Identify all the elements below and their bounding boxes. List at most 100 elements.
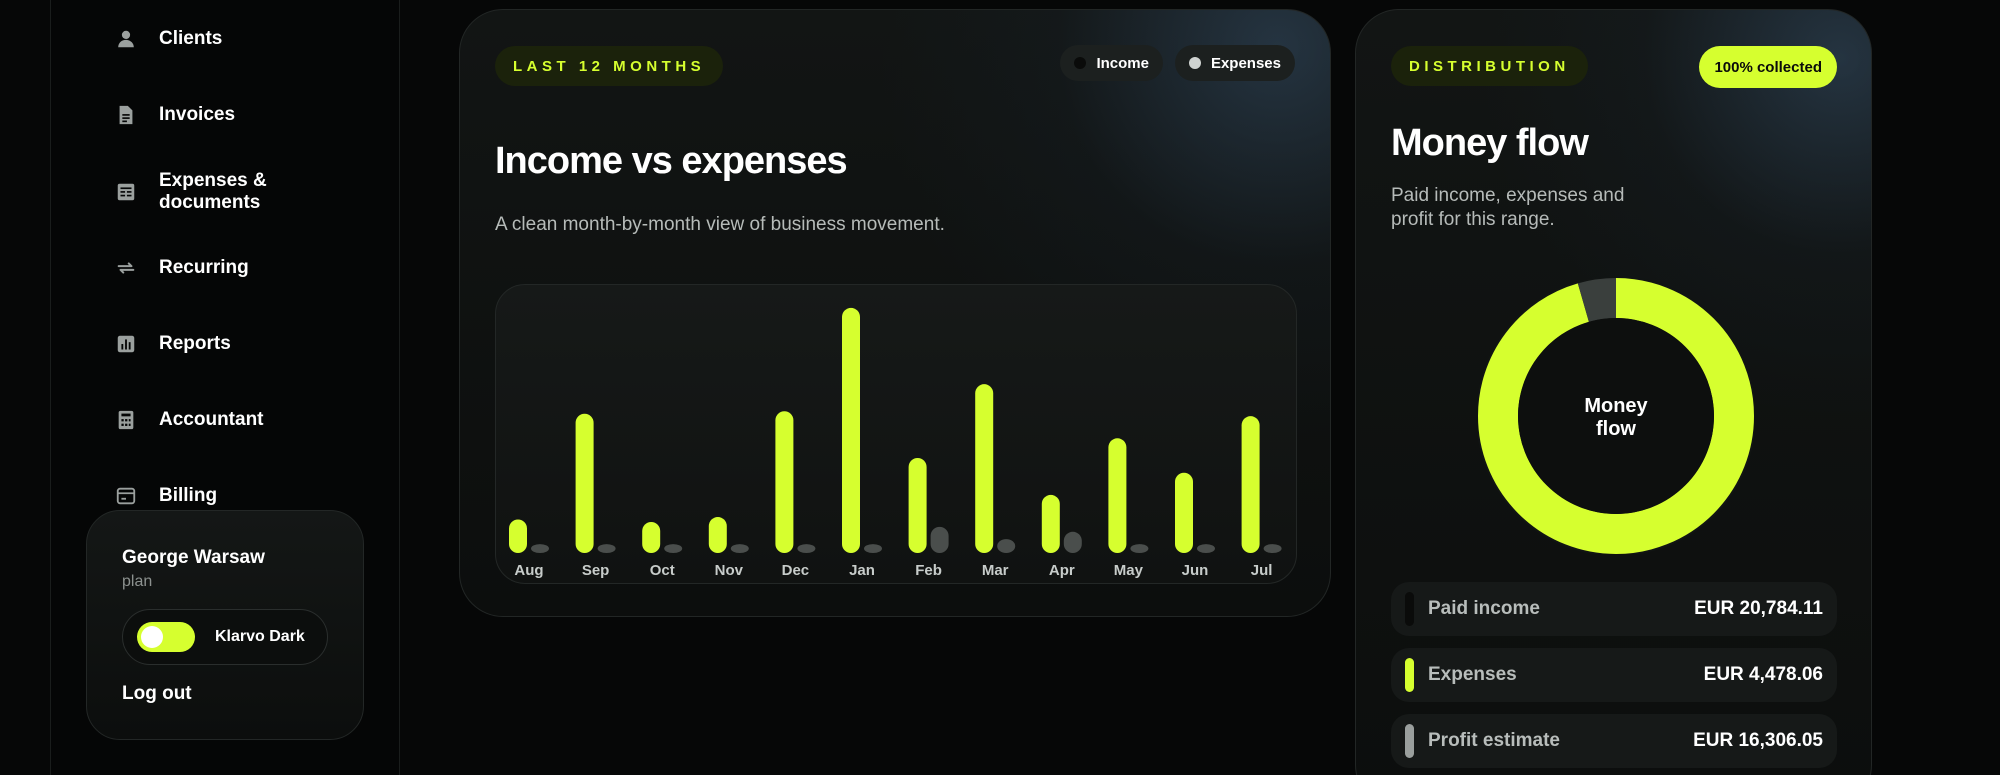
bar-income-aug bbox=[509, 519, 527, 553]
bar-expenses-jun bbox=[1197, 544, 1215, 553]
sidebar-item-label: Accountant bbox=[159, 409, 264, 430]
sidebar-item-expenses[interactable]: Expenses & documents bbox=[115, 170, 375, 214]
sidebar-item-label: Recurring bbox=[159, 257, 249, 278]
legend-item-expenses: Expenses bbox=[1174, 45, 1295, 81]
sidebar-item-label: Expenses & documents bbox=[159, 170, 267, 213]
bar-expenses-may bbox=[1130, 544, 1149, 553]
collected-badge: 100% collected bbox=[1699, 46, 1837, 88]
user-icon bbox=[115, 28, 137, 50]
bar-income-jan bbox=[842, 307, 860, 553]
stat-color-bar bbox=[1405, 724, 1414, 758]
bar-expenses-nov bbox=[730, 544, 749, 553]
stat-label: Paid income bbox=[1428, 598, 1540, 619]
stat-value: EUR 20,784.11 bbox=[1694, 598, 1823, 619]
stat-value: EUR 16,306.05 bbox=[1693, 730, 1823, 751]
donut-center-label: Money bbox=[1584, 395, 1648, 417]
bar-income-may bbox=[1108, 438, 1127, 553]
sidebar-item-accountant[interactable]: Accountant bbox=[115, 409, 375, 431]
bar-income-dec bbox=[775, 411, 794, 553]
x-tick-label: Oct bbox=[650, 562, 675, 579]
stat-row-paid-income: Paid income EUR 20,784.11 bbox=[1391, 582, 1837, 636]
stat-color-bar bbox=[1405, 592, 1414, 626]
repeat-icon bbox=[115, 257, 137, 279]
x-tick-label: Jun bbox=[1182, 562, 1209, 579]
calculator-icon bbox=[115, 409, 137, 431]
stat-value: EUR 4,478.06 bbox=[1703, 664, 1823, 685]
user-card: George Warsaw plan Klarvo Dark Log out bbox=[86, 510, 364, 740]
sidebar-item-label: Invoices bbox=[159, 104, 236, 125]
x-tick-label: Aug bbox=[514, 562, 543, 579]
sidebar-item-label: Billing bbox=[159, 485, 218, 506]
x-tick-label: Jan bbox=[849, 562, 875, 579]
x-tick-label: Mar bbox=[982, 562, 1009, 579]
bar-income-apr bbox=[1041, 494, 1060, 553]
sidebar-item-recurring[interactable]: Recurring bbox=[115, 257, 375, 279]
chart-subtitle: A clean month-by-month view of business … bbox=[495, 214, 945, 235]
bar-expenses-mar bbox=[997, 539, 1016, 553]
bar-expenses-oct bbox=[664, 544, 683, 553]
income-expenses-card: LAST 12 MONTHS Income Expenses Income vs… bbox=[459, 9, 1331, 617]
switch-knob bbox=[141, 626, 163, 648]
bar-income-oct bbox=[642, 521, 661, 553]
bar-expenses-aug bbox=[531, 544, 549, 553]
theme-label: Klarvo Dark bbox=[215, 628, 305, 645]
sidebar: Clients Invoices Expenses & documents Re… bbox=[50, 0, 400, 775]
stat-color-bar bbox=[1405, 658, 1414, 692]
bar-chart-svg: Aug Sep Oct Nov Dec Jan Feb Mar Apr May Jun Jul bbox=[509, 307, 1282, 579]
user-name: George Warsaw bbox=[122, 547, 265, 568]
stat-label: Expenses bbox=[1428, 664, 1517, 685]
sidebar-item-reports[interactable]: Reports bbox=[115, 333, 375, 355]
report-icon bbox=[115, 333, 137, 355]
money-flow-title: Money flow bbox=[1391, 122, 1589, 164]
sidebar-item-clients[interactable]: Clients bbox=[115, 28, 375, 50]
sidebar-item-invoices[interactable]: Invoices bbox=[115, 104, 375, 126]
bar-expenses-apr bbox=[1063, 531, 1082, 553]
donut-svg: Moneyflow bbox=[1476, 276, 1756, 556]
x-tick-label: Feb bbox=[915, 562, 942, 579]
bar-chart: Aug Sep Oct Nov Dec Jan Feb Mar Apr May Jun Jul bbox=[495, 284, 1297, 584]
stat-row-expenses: Expenses EUR 4,478.06 bbox=[1391, 648, 1837, 702]
distribution-card: DISTRIBUTION 100% collected Money flow P… bbox=[1355, 9, 1872, 775]
sidebar-item-label: Clients bbox=[159, 28, 223, 49]
chart-title: Income vs expenses bbox=[495, 140, 848, 182]
legend-dot-income bbox=[1074, 57, 1087, 69]
document-icon bbox=[115, 104, 137, 126]
app-root: Clients Invoices Expenses & documents Re… bbox=[0, 0, 2000, 775]
chart-legend: Income Expenses bbox=[1060, 45, 1295, 81]
money-flow-donut: Money flow bbox=[1476, 276, 1756, 559]
theme-toggle[interactable]: Klarvo Dark bbox=[122, 609, 328, 665]
bar-expenses-dec bbox=[797, 544, 816, 553]
user-plan: plan bbox=[122, 573, 153, 590]
legend-item-income: Income bbox=[1060, 45, 1163, 81]
x-tick-label: Dec bbox=[782, 562, 810, 579]
stat-row-profit: Profit estimate EUR 16,306.05 bbox=[1391, 714, 1837, 768]
money-flow-subtitle: Paid income, expenses and profit for thi… bbox=[1391, 185, 1625, 230]
bar-income-jun bbox=[1175, 472, 1193, 553]
sidebar-item-label: Reports bbox=[159, 333, 231, 354]
bar-income-jul bbox=[1241, 416, 1260, 553]
distribution-tag: DISTRIBUTION bbox=[1391, 46, 1588, 86]
table-icon bbox=[115, 181, 137, 203]
legend-dot-expenses bbox=[1188, 57, 1201, 69]
legend-label: Income bbox=[1096, 54, 1149, 72]
bar-income-nov bbox=[708, 517, 727, 553]
bar-income-sep bbox=[575, 413, 594, 553]
billing-icon bbox=[115, 485, 137, 507]
donut-center-label: flow bbox=[1596, 418, 1636, 440]
bar-income-feb bbox=[908, 457, 927, 553]
bar-income-mar bbox=[975, 384, 994, 553]
x-tick-label: May bbox=[1114, 562, 1144, 579]
x-tick-label: Sep bbox=[582, 562, 610, 579]
sidebar-item-billing[interactable]: Billing bbox=[115, 485, 375, 507]
bar-expenses-sep bbox=[597, 544, 616, 553]
x-tick-label: Nov bbox=[715, 562, 744, 579]
stat-label: Profit estimate bbox=[1428, 730, 1560, 751]
legend-label: Expenses bbox=[1210, 54, 1281, 72]
bar-expenses-jul bbox=[1263, 544, 1282, 553]
bar-expenses-jan bbox=[864, 544, 882, 553]
bar-expenses-feb bbox=[930, 526, 949, 553]
x-tick-label: Jul bbox=[1251, 562, 1273, 579]
theme-switch[interactable] bbox=[137, 622, 195, 652]
logout-button[interactable]: Log out bbox=[122, 683, 192, 705]
range-tag: LAST 12 MONTHS bbox=[495, 46, 724, 86]
